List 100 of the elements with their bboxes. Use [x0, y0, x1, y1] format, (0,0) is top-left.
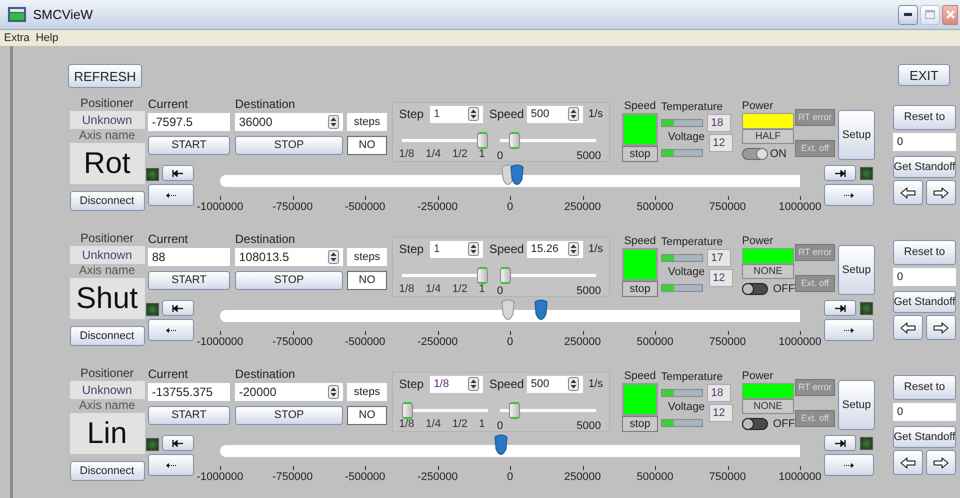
step-tick-label: 1/8: [399, 282, 414, 297]
destination-field[interactable]: 36000: [235, 113, 343, 131]
speed-field[interactable]: 15.26: [526, 240, 584, 258]
scale-label: -500000: [344, 335, 386, 350]
reset-button[interactable]: Reset to: [893, 105, 956, 130]
speed-label: Speed: [489, 376, 524, 393]
setup-button[interactable]: Setup: [838, 245, 875, 295]
speed-field[interactable]: 500: [526, 376, 584, 392]
scale-label: 750000: [709, 335, 746, 350]
stop-button[interactable]: STOP: [235, 271, 343, 290]
speed-tick-label: 5000: [576, 284, 601, 299]
step-tick-label: 1/8: [399, 417, 414, 432]
step-field[interactable]: 1: [430, 106, 484, 122]
destination-field[interactable]: 108013.5: [235, 248, 343, 266]
step-tick-label: 1: [478, 417, 485, 432]
get-standoff-button[interactable]: Get Standoff: [893, 291, 956, 313]
scale-label: -1000000: [196, 335, 244, 350]
scale-label: -750000: [272, 470, 313, 485]
scale-label: 500000: [636, 335, 674, 350]
stop-button[interactable]: STOP: [235, 136, 343, 155]
positioner-status: Unknown: [70, 381, 144, 399]
temperature-reading: 18: [707, 114, 731, 132]
switch-label: OFF: [773, 417, 795, 432]
unit-label: steps: [347, 248, 387, 266]
step-tick-label: 1: [478, 147, 485, 162]
reset-value-field[interactable]: 0: [893, 133, 956, 151]
reset-button[interactable]: Reset to: [893, 240, 956, 265]
setup-button[interactable]: Setup: [838, 110, 875, 160]
scale-label: -1000000: [196, 200, 244, 215]
get-standoff-button[interactable]: Get Standoff: [893, 426, 956, 448]
speed-field[interactable]: 500: [526, 106, 584, 122]
unit-label: steps: [347, 383, 387, 401]
stop-button[interactable]: STOP: [235, 406, 343, 425]
menu-item[interactable]: Extra: [4, 30, 30, 46]
speed-tick-label: 0: [497, 284, 504, 299]
disconnect-button[interactable]: Disconnect: [70, 461, 144, 481]
step-tick-label: 1/2: [452, 147, 468, 162]
disconnect-button[interactable]: Disconnect: [70, 191, 144, 211]
motion-state: stop: [622, 281, 658, 297]
reset-value-field[interactable]: 0: [893, 403, 956, 421]
get-standoff-button[interactable]: Get Standoff: [893, 156, 956, 178]
speed-unit-label: 1/s: [588, 376, 603, 392]
speed-tick-label: 5000: [576, 149, 601, 164]
exit-button[interactable]: EXIT: [898, 64, 950, 86]
destination-field[interactable]: -20000: [235, 383, 343, 401]
scale-label: -250000: [417, 470, 458, 485]
step-field[interactable]: 1/8: [430, 376, 484, 392]
destination-label: Destination: [235, 366, 296, 381]
reset-value-field[interactable]: 0: [893, 268, 956, 286]
current-field[interactable]: 88: [148, 248, 230, 266]
scale-label: 1000000: [778, 335, 822, 350]
step-tick-label: 1: [478, 282, 485, 297]
power-label: Power: [742, 99, 774, 113]
axis-name-label: Axis name: [78, 129, 136, 143]
axis-name-label: Axis name: [78, 399, 136, 413]
scale-label: 500000: [636, 470, 674, 485]
scale-label: -750000: [272, 335, 313, 350]
positioner-status: Unknown: [70, 246, 144, 264]
step-label: Step: [399, 241, 424, 258]
speed-indicator-label: Speed: [624, 99, 656, 113]
toggle-button[interactable]: NO: [347, 136, 387, 155]
voltage-reading: 12: [708, 269, 733, 287]
speed-tick-label: 0: [497, 149, 504, 164]
current-label: Current: [148, 366, 190, 381]
scale-label: -1000000: [196, 470, 244, 485]
switch-label: ON: [770, 147, 786, 162]
toggle-button[interactable]: NO: [347, 406, 387, 425]
scale-label: 1000000: [778, 470, 822, 485]
current-field[interactable]: -7597.5: [148, 113, 230, 131]
reset-button[interactable]: Reset to: [893, 375, 956, 400]
rt-error-indicator: RT error: [795, 379, 835, 396]
step-field[interactable]: 1: [430, 240, 484, 258]
scale-label: 0: [506, 200, 514, 215]
voltage-reading: 12: [708, 134, 733, 152]
scale-label: 1000000: [778, 200, 822, 215]
toggle-button[interactable]: NO: [347, 271, 387, 290]
setup-button[interactable]: Setup: [838, 380, 875, 430]
power-mode: NONE: [742, 264, 794, 279]
step-tick-label: 1/4: [426, 282, 441, 297]
speed-tick-label: 0: [497, 419, 504, 434]
temperature-label: Temperature: [661, 371, 724, 384]
unit-label: steps: [347, 113, 387, 131]
scale-label: 0: [506, 335, 514, 350]
scale-label: -500000: [344, 470, 386, 485]
refresh-button[interactable]: REFRESH: [68, 64, 142, 88]
disconnect-button[interactable]: Disconnect: [70, 326, 144, 346]
step-tick-label: 1/2: [452, 417, 468, 432]
step-tick-label: 1/2: [452, 282, 468, 297]
scale-label: 0: [506, 470, 514, 485]
current-field[interactable]: -13755.375: [148, 383, 230, 401]
scale-label: -250000: [417, 200, 458, 215]
speed-unit-label: 1/s: [588, 106, 603, 122]
axis-name-display: Lin: [70, 413, 144, 454]
speed-indicator-label: Speed: [624, 234, 656, 248]
start-button[interactable]: START: [148, 271, 230, 290]
start-button[interactable]: START: [148, 136, 230, 155]
menu-item[interactable]: Help: [36, 30, 58, 46]
switch-label: OFF: [773, 282, 795, 297]
scale-label: -750000: [272, 200, 313, 215]
start-button[interactable]: START: [148, 406, 230, 425]
